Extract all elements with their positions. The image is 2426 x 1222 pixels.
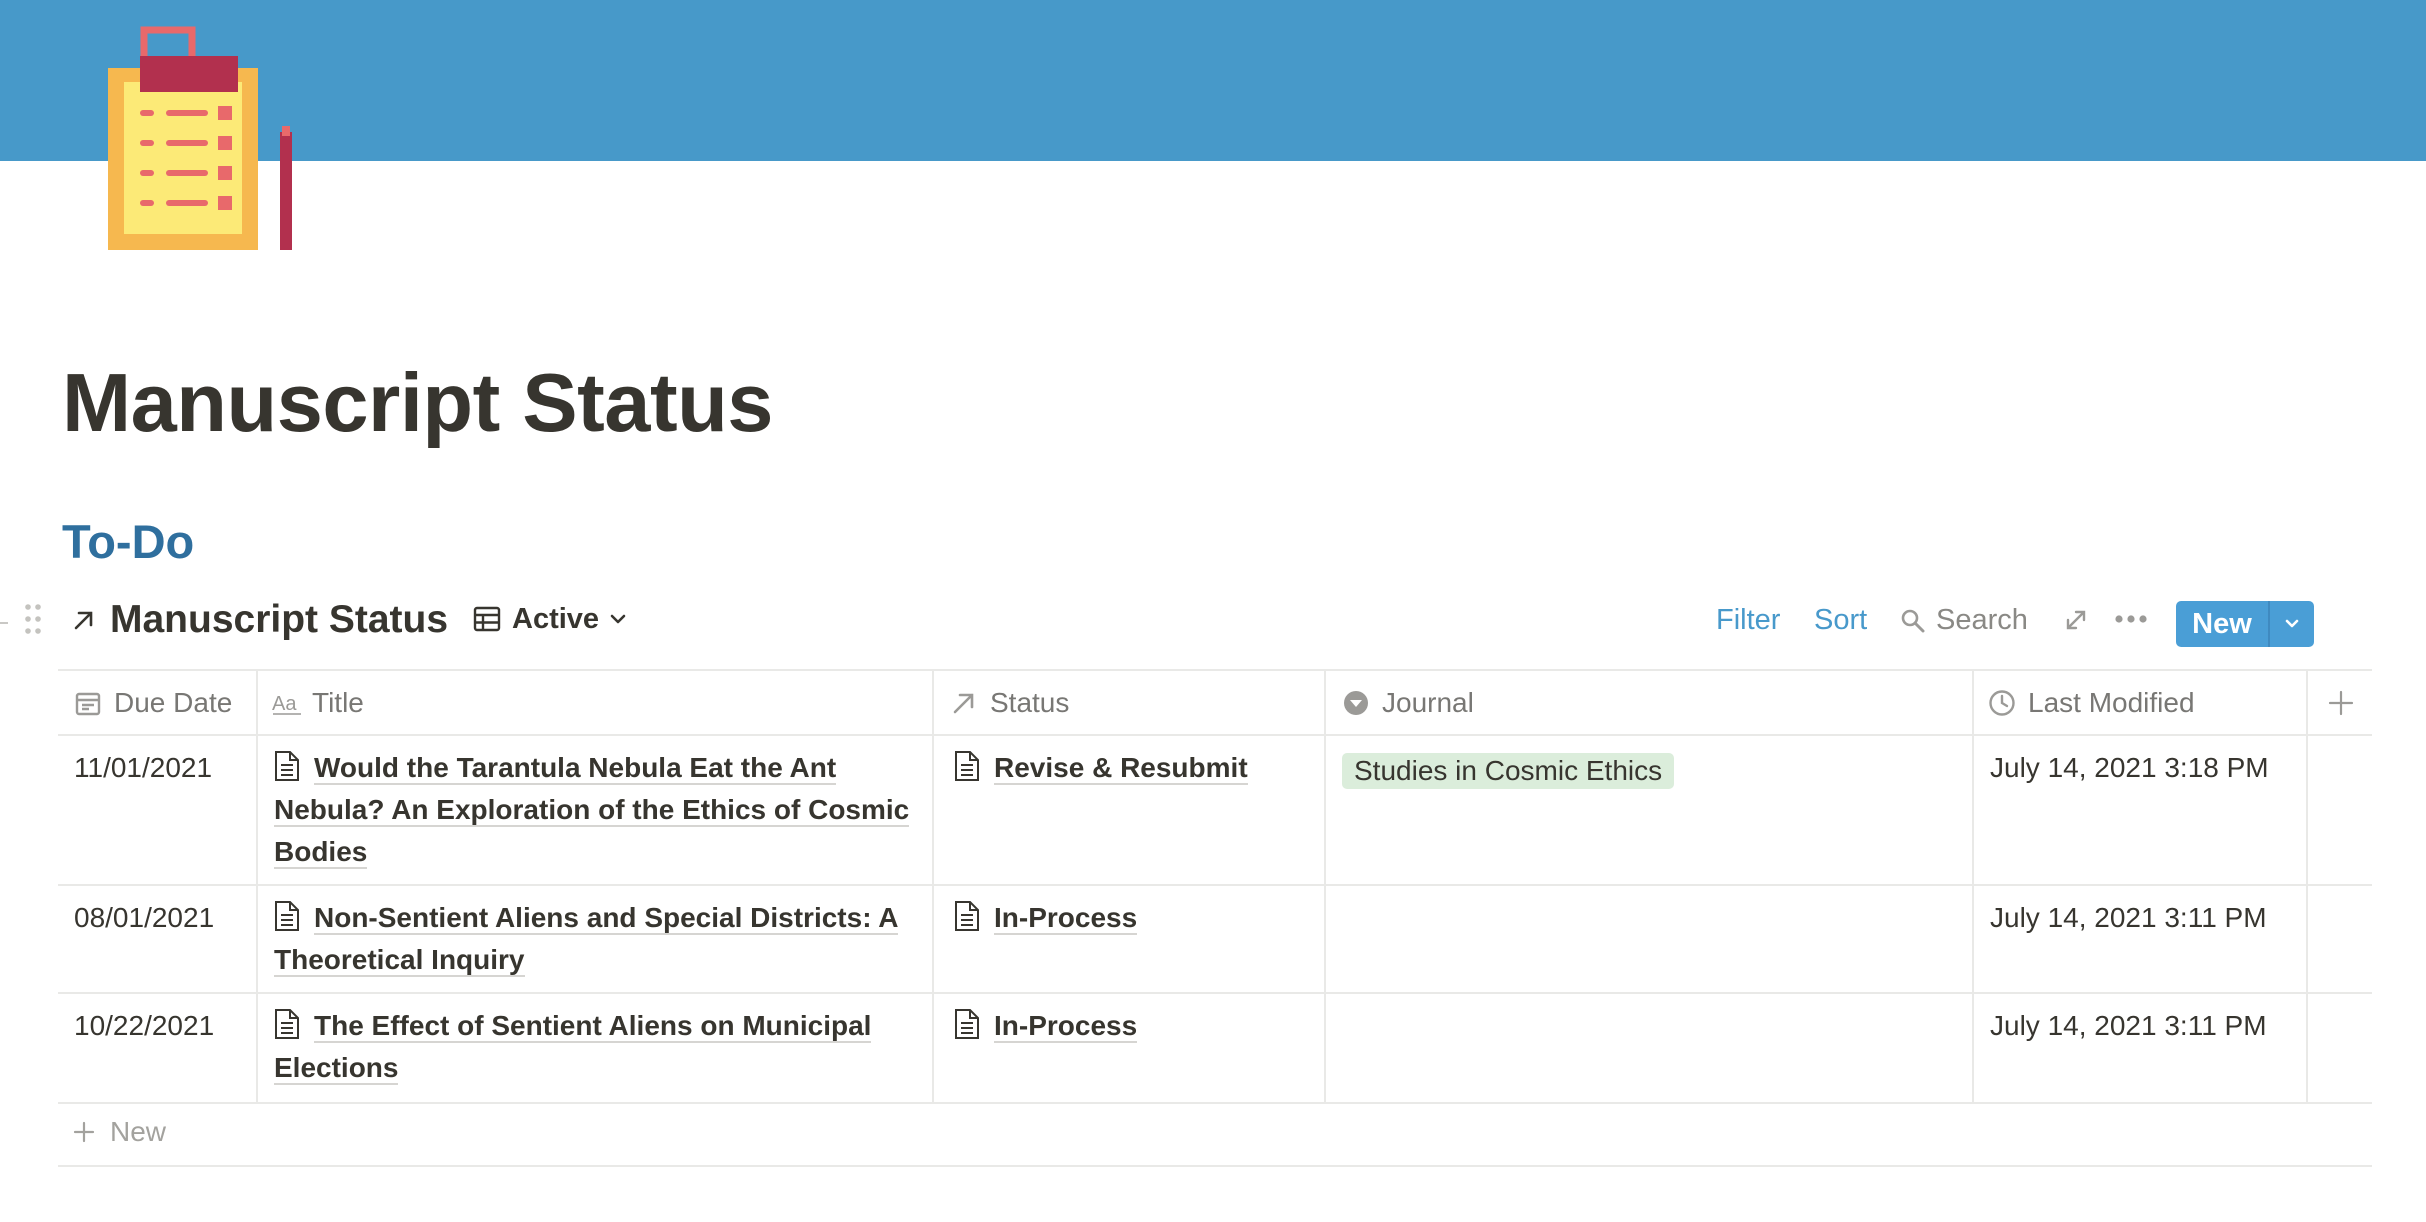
page-link[interactable]: Non-Sentient Aliens and Special District…: [274, 902, 899, 977]
status-cell[interactable]: Revise & Resubmit: [954, 747, 1248, 789]
page-cover: [0, 0, 2426, 161]
status-cell[interactable]: In-Process: [954, 1005, 1138, 1047]
svg-text:Aa: Aa: [272, 693, 297, 715]
new-button[interactable]: New: [2176, 601, 2268, 647]
section-heading[interactable]: To-Do: [62, 514, 194, 569]
grid-line: [58, 1102, 2372, 1104]
more-options-icon[interactable]: [2114, 612, 2148, 626]
document-icon: [275, 901, 299, 931]
clipboard-checklist-icon[interactable]: [100, 22, 310, 254]
table-view-icon: [473, 606, 501, 632]
journal-tag: Studies in Cosmic Ethics: [1342, 753, 1675, 789]
status-link[interactable]: In-Process: [994, 1010, 1138, 1043]
document-icon: [275, 751, 299, 781]
document-icon: [955, 751, 979, 781]
title-cell[interactable]: Non-Sentient Aliens and Special District…: [274, 897, 914, 981]
chevron-down-icon: [2285, 619, 2299, 628]
journal-cell[interactable]: Studies in Cosmic Ethics: [1342, 750, 1675, 792]
grid-line: [58, 992, 2372, 994]
column-label: Status: [990, 687, 1070, 718]
filter-button[interactable]: Filter: [1716, 604, 1780, 637]
column-label: Last Modified: [2028, 687, 2195, 718]
due-date-cell[interactable]: 08/01/2021: [74, 897, 214, 939]
column-label: Due Date: [114, 687, 233, 718]
clock-icon: [1989, 690, 2015, 716]
status-link[interactable]: In-Process: [994, 902, 1138, 935]
text-aa-icon: Aa: [272, 693, 301, 715]
linked-database-arrow-icon: [74, 611, 93, 630]
document-icon: [955, 1009, 979, 1039]
search-label: Search: [1936, 604, 2028, 636]
calendar-icon: [75, 692, 101, 716]
grid-line: [58, 669, 2372, 671]
status-link[interactable]: Revise & Resubmit: [994, 752, 1248, 785]
last-modified-cell: July 14, 2021 3:11 PM: [1990, 1010, 2267, 1041]
add-column-icon[interactable]: [2326, 688, 2356, 718]
column-header-journal[interactable]: Journal: [1342, 681, 1474, 725]
status-cell[interactable]: In-Process: [954, 897, 1138, 939]
column-header-status[interactable]: Status: [950, 681, 1069, 725]
database-title[interactable]: Manuscript Status: [110, 598, 448, 642]
add-row-label: New: [110, 1116, 167, 1147]
grid-line: [1324, 669, 1326, 1104]
view-label: Active: [512, 602, 600, 635]
new-template-dropdown[interactable]: [2270, 601, 2314, 647]
sort-button[interactable]: Sort: [1814, 604, 1867, 637]
column-label: Title: [312, 687, 364, 718]
search-icon: [1901, 609, 1925, 632]
search-button[interactable]: Search: [1900, 604, 2028, 637]
column-label: Journal: [1382, 687, 1474, 718]
new-button-group: New: [2176, 601, 2314, 647]
title-cell[interactable]: Would the Tarantula Nebula Eat the Ant N…: [274, 747, 914, 873]
document-icon: [275, 1009, 299, 1039]
grid-line: [256, 669, 258, 1104]
last-modified-cell: July 14, 2021 3:11 PM: [1990, 902, 2267, 933]
due-date-cell[interactable]: 10/22/2021: [74, 1005, 214, 1047]
column-header-due-date[interactable]: Due Date: [74, 681, 232, 725]
relation-arrow-icon: [953, 693, 974, 714]
plus-icon: [73, 1121, 95, 1143]
page-link[interactable]: The Effect of Sentient Aliens on Municip…: [274, 1010, 872, 1085]
add-row-button[interactable]: New: [72, 1116, 166, 1148]
grid-line: [2306, 669, 2308, 1104]
document-icon: [955, 901, 979, 931]
title-cell[interactable]: The Effect of Sentient Aliens on Municip…: [274, 1005, 914, 1089]
grid-line: [1972, 669, 1974, 1104]
column-header-title[interactable]: Aa Title: [272, 681, 364, 725]
grid-line: [58, 734, 2372, 736]
select-dropdown-icon: [1344, 691, 1368, 715]
last-modified-cell: July 14, 2021 3:18 PM: [1990, 752, 2269, 783]
page-title[interactable]: Manuscript Status: [62, 355, 773, 451]
column-header-last-modified[interactable]: Last Modified: [1988, 681, 2195, 725]
grid-line: [58, 884, 2372, 886]
grid-line: [58, 1165, 2372, 1167]
view-switcher[interactable]: Active: [472, 600, 629, 638]
due-date-cell[interactable]: 11/01/2021: [74, 747, 212, 789]
grid-line: [932, 669, 934, 1104]
page-link[interactable]: Would the Tarantula Nebula Eat the Ant N…: [274, 752, 910, 869]
chevron-down-icon: [610, 614, 626, 624]
database-header: Manuscript Status Active Filter Sort Sea…: [0, 594, 2426, 652]
expand-icon[interactable]: [2064, 608, 2088, 632]
drag-handle-icon[interactable]: [24, 602, 42, 636]
